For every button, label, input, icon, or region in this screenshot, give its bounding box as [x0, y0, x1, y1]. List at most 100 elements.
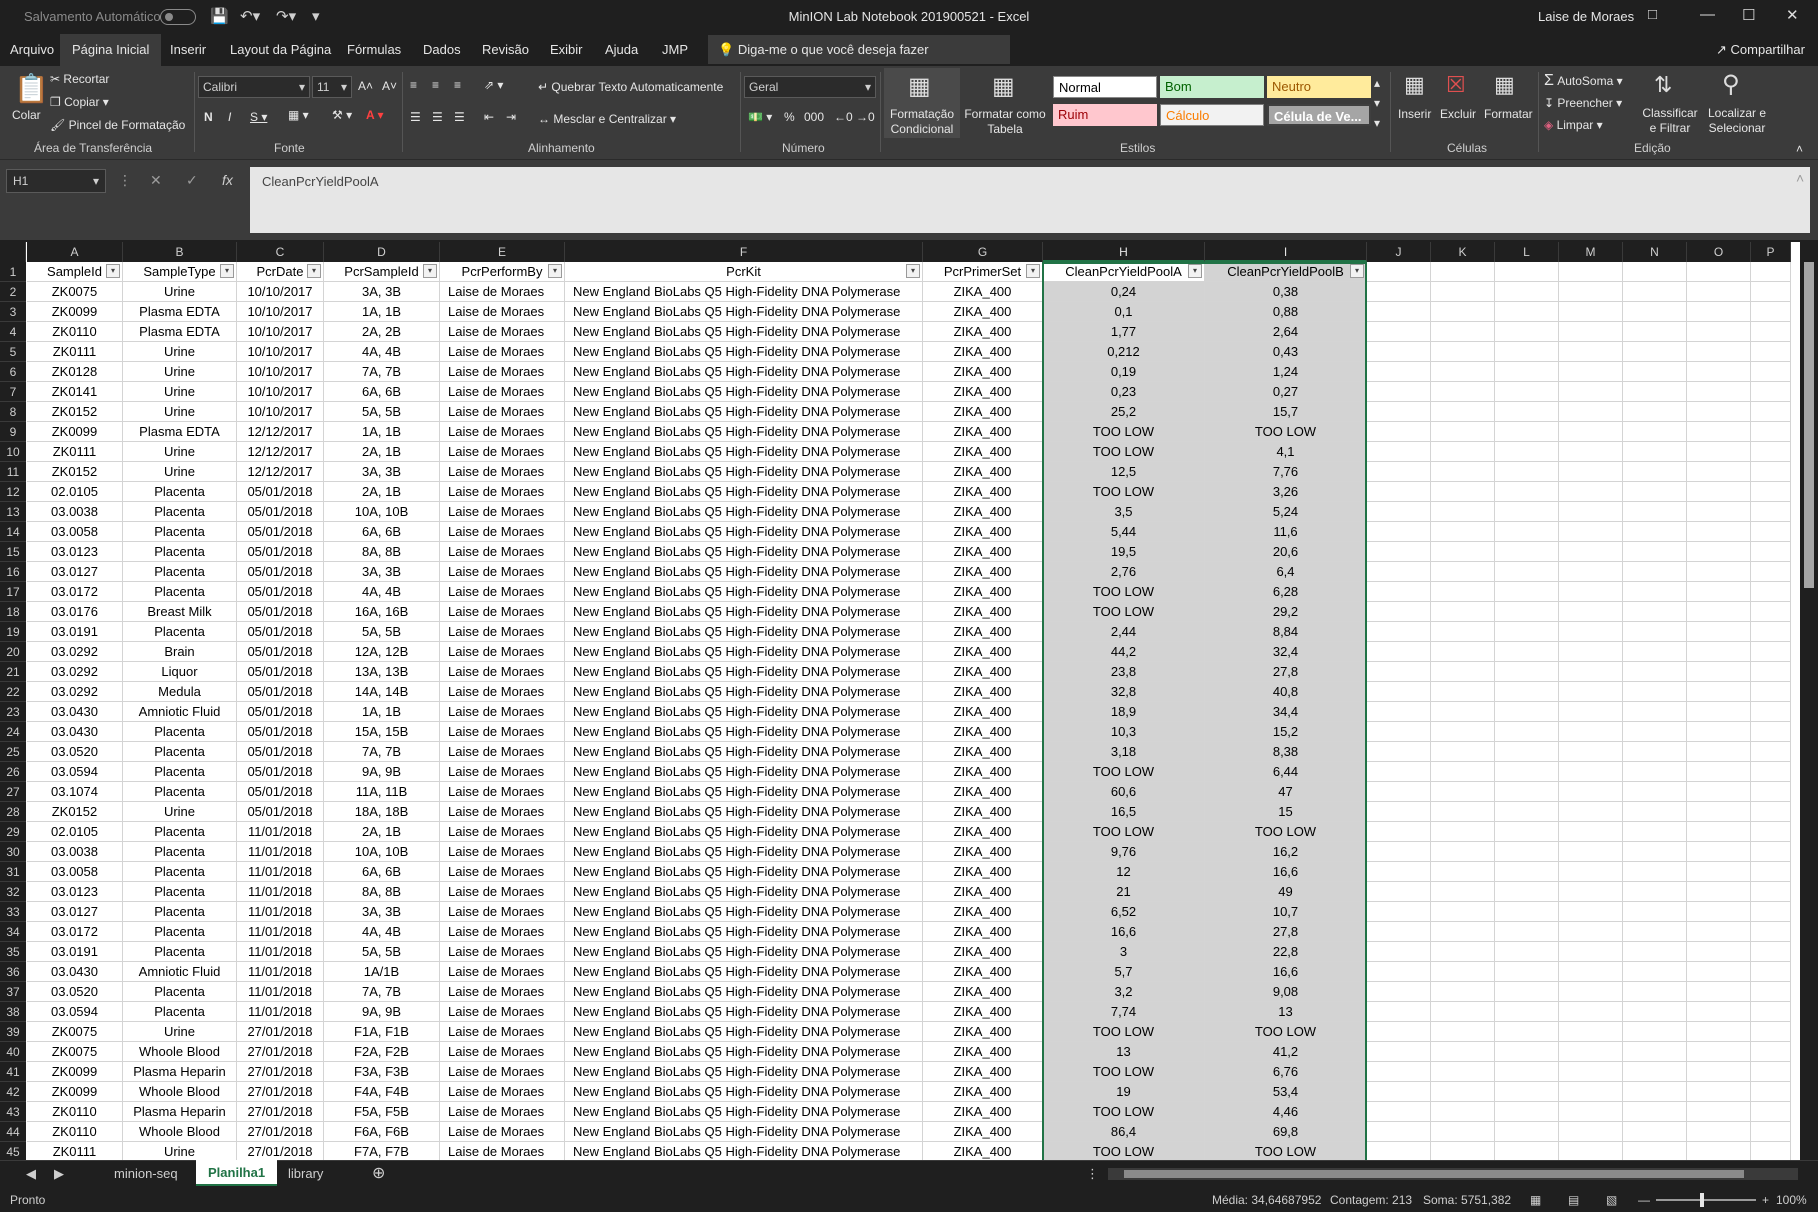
table-cell[interactable]: 4A, 4B — [324, 342, 440, 362]
table-cell[interactable]: 3,18 — [1043, 742, 1205, 762]
table-cell[interactable]: ZK0110 — [27, 1102, 123, 1122]
column-header[interactable]: N — [1623, 242, 1687, 262]
empty-cell[interactable] — [1559, 1122, 1623, 1142]
table-cell[interactable]: New England BioLabs Q5 High-Fidelity DNA… — [565, 1122, 923, 1142]
row-header[interactable]: 45 — [0, 1142, 26, 1160]
autosum-button[interactable]: Σ AutoSoma ▾ — [1544, 72, 1623, 90]
empty-cell[interactable] — [1495, 262, 1559, 282]
empty-cell[interactable] — [1431, 562, 1495, 582]
table-cell[interactable]: Placenta — [123, 982, 237, 1002]
table-cell[interactable]: 4A, 4B — [324, 922, 440, 942]
empty-cell[interactable] — [1687, 882, 1751, 902]
empty-cell[interactable] — [1623, 442, 1687, 462]
empty-cell[interactable] — [1431, 282, 1495, 302]
column-header[interactable]: L — [1495, 242, 1559, 262]
table-cell[interactable]: Plasma EDTA — [123, 302, 237, 322]
empty-cell[interactable] — [1687, 262, 1751, 282]
empty-cell[interactable] — [1495, 322, 1559, 342]
format-cells-button[interactable]: Formatar — [1484, 107, 1533, 121]
filter-dropdown-icon[interactable]: ▾ — [307, 264, 321, 278]
table-cell[interactable]: 0,19 — [1043, 362, 1205, 382]
empty-cell[interactable] — [1431, 662, 1495, 682]
row-header[interactable]: 27 — [0, 782, 26, 802]
empty-cell[interactable] — [1431, 402, 1495, 422]
table-cell[interactable]: 15A, 15B — [324, 722, 440, 742]
empty-cell[interactable] — [1559, 822, 1623, 842]
table-cell[interactable]: 03.0038 — [27, 842, 123, 862]
empty-cell[interactable] — [1559, 622, 1623, 642]
table-cell[interactable]: 69,8 — [1205, 1122, 1367, 1142]
table-cell[interactable]: ZIKA_400 — [923, 322, 1043, 342]
row-header[interactable]: 31 — [0, 862, 26, 882]
table-cell[interactable]: New England BioLabs Q5 High-Fidelity DNA… — [565, 902, 923, 922]
table-cell[interactable]: ZIKA_400 — [923, 962, 1043, 982]
table-cell[interactable]: 3A, 3B — [324, 282, 440, 302]
table-cell[interactable]: 18,9 — [1043, 702, 1205, 722]
table-cell[interactable]: ZIKA_400 — [923, 802, 1043, 822]
table-cell[interactable]: 03.0292 — [27, 642, 123, 662]
empty-cell[interactable] — [1751, 762, 1791, 782]
close-icon[interactable]: ✕ — [1786, 6, 1799, 24]
empty-cell[interactable] — [1559, 742, 1623, 762]
empty-cell[interactable] — [1495, 422, 1559, 442]
row-header[interactable]: 38 — [0, 1002, 26, 1022]
empty-cell[interactable] — [1495, 942, 1559, 962]
align-middle-icon[interactable]: ≡ — [432, 78, 439, 92]
table-cell[interactable]: 44,2 — [1043, 642, 1205, 662]
table-cell[interactable]: New England BioLabs Q5 High-Fidelity DNA… — [565, 562, 923, 582]
empty-cell[interactable] — [1367, 782, 1431, 802]
table-cell[interactable]: ZIKA_400 — [923, 382, 1043, 402]
table-cell[interactable]: F3A, F3B — [324, 1062, 440, 1082]
empty-cell[interactable] — [1367, 542, 1431, 562]
empty-cell[interactable] — [1623, 1042, 1687, 1062]
table-cell[interactable]: 60,6 — [1043, 782, 1205, 802]
styles-scroll-down-icon[interactable]: ▾ — [1374, 96, 1380, 110]
table-cell[interactable]: ZK0111 — [27, 342, 123, 362]
table-cell[interactable]: 12/12/2017 — [237, 462, 324, 482]
empty-cell[interactable] — [1623, 342, 1687, 362]
empty-cell[interactable] — [1751, 582, 1791, 602]
decrease-indent-icon[interactable]: ⇤ — [484, 110, 494, 124]
table-cell[interactable]: 03.0176 — [27, 602, 123, 622]
row-header[interactable]: 15 — [0, 542, 26, 562]
empty-cell[interactable] — [1751, 842, 1791, 862]
table-cell[interactable]: 11/01/2018 — [237, 822, 324, 842]
table-cell[interactable]: 4,46 — [1205, 1102, 1367, 1122]
row-header[interactable]: 13 — [0, 502, 26, 522]
empty-cell[interactable] — [1751, 782, 1791, 802]
table-cell[interactable]: Liquor — [123, 662, 237, 682]
empty-cell[interactable] — [1751, 402, 1791, 422]
empty-cell[interactable] — [1495, 922, 1559, 942]
empty-cell[interactable] — [1559, 542, 1623, 562]
horizontal-scroll-thumb[interactable] — [1124, 1170, 1744, 1178]
empty-cell[interactable] — [1495, 1022, 1559, 1042]
table-cell[interactable]: Medula — [123, 682, 237, 702]
empty-cell[interactable] — [1687, 862, 1751, 882]
table-cell[interactable]: 2A, 1B — [324, 822, 440, 842]
table-cell[interactable]: 27,8 — [1205, 662, 1367, 682]
row-header[interactable]: 28 — [0, 802, 26, 822]
empty-cell[interactable] — [1751, 1122, 1791, 1142]
column-header[interactable]: C — [237, 242, 324, 262]
empty-cell[interactable] — [1367, 722, 1431, 742]
table-cell[interactable]: Placenta — [123, 542, 237, 562]
empty-cell[interactable] — [1367, 282, 1431, 302]
empty-cell[interactable] — [1559, 462, 1623, 482]
table-cell[interactable]: TOO LOW — [1043, 1142, 1205, 1160]
empty-cell[interactable] — [1623, 322, 1687, 342]
empty-cell[interactable] — [1751, 1142, 1791, 1160]
empty-cell[interactable] — [1431, 442, 1495, 462]
table-cell[interactable]: New England BioLabs Q5 High-Fidelity DNA… — [565, 862, 923, 882]
empty-cell[interactable] — [1623, 922, 1687, 942]
table-cell[interactable]: 03.0292 — [27, 682, 123, 702]
currency-icon[interactable]: 💵 ▾ — [748, 110, 772, 124]
table-cell[interactable]: 0,24 — [1043, 282, 1205, 302]
table-cell[interactable]: 7A, 7B — [324, 742, 440, 762]
cut-button[interactable]: ✂ Recortar — [50, 72, 109, 86]
row-header[interactable]: 8 — [0, 402, 26, 422]
table-cell[interactable]: ZIKA_400 — [923, 342, 1043, 362]
table-cell[interactable]: ZIKA_400 — [923, 842, 1043, 862]
empty-cell[interactable] — [1495, 402, 1559, 422]
table-cell[interactable]: Laise de Moraes — [440, 982, 565, 1002]
align-bottom-icon[interactable]: ≡ — [454, 78, 461, 92]
